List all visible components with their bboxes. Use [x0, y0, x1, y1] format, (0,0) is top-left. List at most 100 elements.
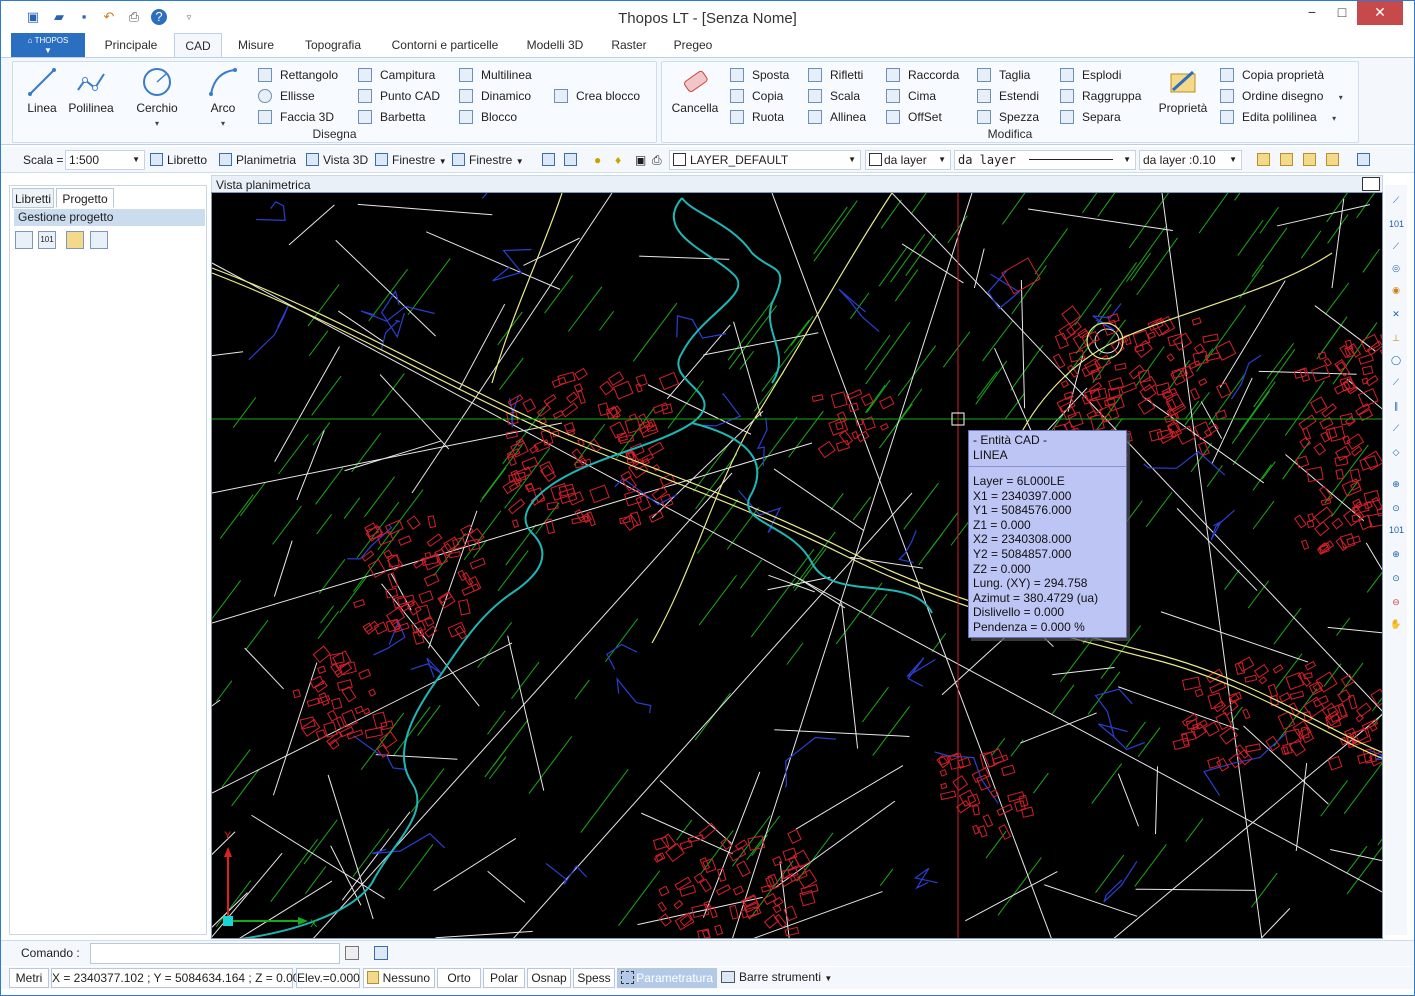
campitura-button[interactable]: Campitura: [358, 66, 435, 84]
rifletti-button[interactable]: Rifletti: [808, 66, 863, 84]
measure-icon-4[interactable]: [1326, 152, 1343, 168]
cad-canvas[interactable]: Y X - Entità CAD - LINEA Layer = 6L000LE…: [211, 192, 1383, 939]
zoom-out-icon[interactable]: ⊖: [1389, 595, 1403, 609]
zoom-extents-icon[interactable]: ⊕: [1389, 477, 1403, 491]
lock-icon[interactable]: ▣: [635, 152, 646, 168]
pan-hand-icon[interactable]: ✋: [1389, 617, 1403, 631]
refresh-folder-icon[interactable]: [66, 231, 84, 249]
scala-button[interactable]: Scala: [808, 87, 860, 105]
parametratura-toggle[interactable]: Parametratura: [617, 968, 717, 988]
linetype-select[interactable]: da layer ▼: [954, 150, 1136, 170]
toolbars-menu[interactable]: Barre strumenti ▼: [721, 968, 841, 988]
close-button[interactable]: ✕: [1357, 1, 1403, 25]
barbetta-button[interactable]: Barbetta: [358, 108, 425, 126]
snap-center-icon[interactable]: ◎: [1389, 261, 1403, 275]
layer-states-button[interactable]: [564, 152, 581, 168]
edita-polilinea-button[interactable]: Edita polilinea ▾: [1220, 108, 1336, 126]
arco-button[interactable]: Arco ▾: [196, 66, 250, 130]
zoom-in-icon[interactable]: ⊕: [1389, 547, 1403, 561]
tab-principale[interactable]: Principale: [91, 33, 171, 57]
linea-button[interactable]: Linea: [15, 66, 69, 130]
snap-number-icon[interactable]: 101: [1389, 217, 1404, 231]
polar-toggle[interactable]: Polar: [483, 968, 525, 988]
polilinea-button[interactable]: Polilinea: [64, 66, 118, 130]
cima-button[interactable]: Cima: [886, 87, 936, 105]
measure-icon-2[interactable]: [1280, 152, 1297, 168]
finestre-tile-button[interactable]: Finestre ▼: [375, 152, 447, 168]
vista3d-button[interactable]: Vista 3D: [306, 152, 368, 168]
app-menu-button[interactable]: ⌂ THOPOS ▼: [11, 33, 85, 57]
cad-drawing[interactable]: Y X: [212, 193, 1383, 939]
osnap-toggle[interactable]: Osnap: [527, 968, 571, 988]
separa-button[interactable]: Separa: [1060, 108, 1121, 126]
rettangolo-button[interactable]: Rettangolo: [258, 66, 338, 84]
color-select[interactable]: da layer ▼: [865, 150, 951, 170]
tab-pregeo[interactable]: Pregeo: [665, 33, 721, 57]
crea-blocco-button[interactable]: Crea blocco: [554, 87, 640, 105]
finestre-split-button[interactable]: Finestre ▼: [452, 152, 524, 168]
minimize-button[interactable]: −: [1297, 1, 1327, 25]
tab-misure[interactable]: Misure: [228, 33, 284, 57]
zoom-window-icon[interactable]: ⊙: [1389, 501, 1403, 515]
tab-cad[interactable]: CAD: [174, 33, 222, 57]
estendi-button[interactable]: Estendi: [977, 87, 1039, 105]
snap-node-icon[interactable]: ◇: [1389, 445, 1403, 459]
blocco-button[interactable]: Blocco: [459, 108, 517, 126]
maximize-view-icon[interactable]: [1362, 177, 1380, 191]
faccia3d-button[interactable]: Faccia 3D: [258, 108, 334, 126]
command-history-icon[interactable]: [345, 946, 359, 960]
command-list-icon[interactable]: [374, 946, 388, 960]
zoom-number-icon[interactable]: 101: [1389, 523, 1404, 537]
snap-tangent-icon[interactable]: ◯: [1389, 353, 1403, 367]
units-display[interactable]: Metri: [9, 968, 49, 988]
lineweight-select[interactable]: da layer :0.10 ▼: [1139, 150, 1242, 170]
sync-icon[interactable]: [90, 231, 108, 249]
print-layer-icon[interactable]: ⎙: [652, 152, 662, 168]
layer-select[interactable]: LAYER_DEFAULT ▼: [669, 150, 861, 170]
tab-progetto[interactable]: Progetto: [56, 188, 114, 208]
snap-nearest-icon[interactable]: ⟋: [1389, 375, 1403, 389]
report-icon[interactable]: [1357, 152, 1374, 168]
ordine-disegno-button[interactable]: Ordine disegno ▾: [1220, 87, 1343, 105]
layer-on-icon[interactable]: ●: [594, 152, 601, 168]
tab-contorni[interactable]: Contorni e particelle: [381, 33, 509, 57]
raccorda-button[interactable]: Raccorda: [886, 66, 959, 84]
planimetria-button[interactable]: Planimetria: [219, 152, 296, 168]
puntocad-button[interactable]: Punto CAD: [358, 87, 440, 105]
tab-modelli3d[interactable]: Modelli 3D: [517, 33, 593, 57]
snap-perpendicular-icon[interactable]: ⊥: [1389, 331, 1403, 345]
cancella-button[interactable]: Cancella: [668, 66, 722, 130]
snap-parallel-icon[interactable]: ∥: [1389, 399, 1403, 413]
measure-icon-3[interactable]: [1303, 152, 1320, 168]
allinea-button[interactable]: Allinea: [808, 108, 866, 126]
zoom-all-icon[interactable]: ⊙: [1389, 571, 1403, 585]
proprieta-button[interactable]: Proprietà: [1156, 66, 1210, 130]
esplodi-button[interactable]: Esplodi: [1060, 66, 1121, 84]
sposta-button[interactable]: Sposta: [730, 66, 789, 84]
snap-quadrant-icon[interactable]: ◉: [1389, 283, 1403, 297]
bulb-icon[interactable]: ♦: [615, 152, 621, 168]
dinamico-button[interactable]: Dinamico: [459, 87, 531, 105]
elev-display[interactable]: Elev.=0.000: [296, 968, 360, 988]
tab-raster[interactable]: Raster: [603, 33, 655, 57]
snap-intersection-icon[interactable]: ✕: [1389, 307, 1403, 321]
command-input[interactable]: [90, 943, 340, 964]
select-pointer-icon[interactable]: [15, 231, 33, 249]
snap-extension-icon[interactable]: ⟋: [1389, 421, 1403, 435]
raggruppa-button[interactable]: Raggruppa: [1060, 87, 1141, 105]
spezza-button[interactable]: Spezza: [977, 108, 1039, 126]
offset-button[interactable]: OffSet: [886, 108, 942, 126]
cerchio-button[interactable]: Cerchio ▾: [130, 66, 184, 130]
orto-toggle[interactable]: Orto: [437, 968, 481, 988]
number-zoom-icon[interactable]: 101: [38, 231, 56, 249]
snap-midpoint-icon[interactable]: ⟋: [1389, 239, 1403, 253]
copia-button[interactable]: Copia: [730, 87, 783, 105]
scale-select[interactable]: 1:500 ▼: [65, 150, 145, 170]
spess-toggle[interactable]: Spess: [573, 968, 615, 988]
ruota-button[interactable]: Ruota: [730, 108, 784, 126]
snap-endpoint-icon[interactable]: ⟋: [1389, 193, 1403, 207]
maximize-button[interactable]: □: [1327, 1, 1357, 25]
tab-libretti[interactable]: Libretti: [12, 188, 54, 208]
layer-manager-button[interactable]: [542, 152, 559, 168]
libretto-button[interactable]: Libretto: [150, 152, 207, 168]
